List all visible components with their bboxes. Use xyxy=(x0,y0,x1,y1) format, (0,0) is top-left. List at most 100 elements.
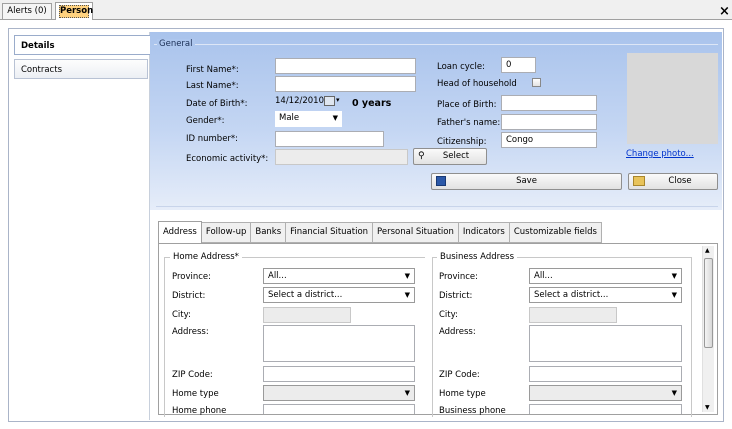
home-city-input xyxy=(263,307,351,323)
vertical-scrollbar[interactable]: ▲ ▼ xyxy=(702,246,714,412)
first-name-input[interactable] xyxy=(275,58,416,74)
gender-select[interactable]: Male ▼ xyxy=(275,111,342,127)
subtab-customizable-fields[interactable]: Customizable fields xyxy=(509,222,602,243)
loan-cycle-input[interactable]: 0 xyxy=(501,57,536,73)
home-province-label: Province: xyxy=(172,272,212,282)
select-button-label: Select xyxy=(442,151,470,161)
last-name-label: Last Name*: xyxy=(186,81,239,91)
home-phone-label: Home phone xyxy=(172,406,227,416)
business-zip-label: ZIP Code: xyxy=(439,370,480,380)
chevron-down-icon: ▼ xyxy=(404,291,410,299)
photo-placeholder xyxy=(627,53,718,144)
business-phone-input[interactable] xyxy=(529,404,682,414)
separator-line xyxy=(156,206,718,207)
floppy-disk-icon xyxy=(436,176,446,186)
side-item-contracts[interactable]: Contracts xyxy=(14,59,148,79)
subtab-address-label: Address xyxy=(163,227,197,237)
home-district-value: Select a district... xyxy=(268,290,343,300)
tab-alerts[interactable]: Alerts (0) xyxy=(2,3,52,19)
business-city-label: City: xyxy=(439,310,458,320)
select-button[interactable]: ⚲ Select xyxy=(413,148,487,165)
subtab-address[interactable]: Address xyxy=(158,221,202,243)
binoculars-icon: ⚲ xyxy=(418,151,425,161)
first-name-label: First Name*: xyxy=(186,65,239,75)
id-number-input[interactable] xyxy=(275,131,384,147)
chevron-down-icon: ▼ xyxy=(404,389,410,397)
fathers-name-input[interactable] xyxy=(501,114,597,130)
subtab-strip: Address Follow-up Banks Financial Situat… xyxy=(158,221,602,243)
gender-label: Gender*: xyxy=(186,116,225,126)
top-tab-strip xyxy=(0,0,732,20)
business-city-input xyxy=(529,307,617,323)
subtab-indicators-label: Indicators xyxy=(462,227,505,237)
subtab-follow-up[interactable]: Follow-up xyxy=(201,222,252,243)
close-button-label: Close xyxy=(668,176,692,186)
subtab-personal-situation-label: Personal Situation xyxy=(377,227,454,237)
head-of-household-label: Head of household xyxy=(437,79,517,89)
scroll-down-icon[interactable]: ▼ xyxy=(705,404,710,411)
dob-label: Date of Birth*: xyxy=(186,99,248,109)
business-address-label: Address: xyxy=(439,327,476,337)
save-button[interactable]: Save xyxy=(431,173,622,190)
home-district-select[interactable]: Select a district... ▼ xyxy=(263,287,415,303)
business-type-select[interactable]: ▼ xyxy=(529,385,682,401)
business-address-textarea[interactable] xyxy=(529,325,682,362)
side-item-details-label: Details xyxy=(21,41,55,51)
chevron-down-icon: ▼ xyxy=(404,272,410,280)
home-zip-input[interactable] xyxy=(263,366,415,382)
scrollbar-thumb[interactable] xyxy=(704,258,713,348)
place-of-birth-label: Place of Birth: xyxy=(437,100,497,110)
subtab-indicators[interactable]: Indicators xyxy=(458,222,510,243)
home-address-legend: Home Address* xyxy=(170,252,242,262)
home-district-label: District: xyxy=(172,291,206,301)
home-province-select[interactable]: All... ▼ xyxy=(263,268,415,284)
business-province-value: All... xyxy=(534,271,553,281)
tab-alerts-label: Alerts (0) xyxy=(7,6,47,16)
home-type-select[interactable]: ▼ xyxy=(263,385,415,401)
age-text: 0 years xyxy=(352,98,392,109)
business-district-label: District: xyxy=(439,291,473,301)
business-province-select[interactable]: All... ▼ xyxy=(529,268,682,284)
dob-picker[interactable]: 14/12/2010 ▾ xyxy=(275,94,343,110)
chevron-down-icon: ▾ xyxy=(336,96,340,104)
home-province-value: All... xyxy=(268,271,287,281)
close-button[interactable]: Close xyxy=(628,173,718,190)
home-zip-label: ZIP Code: xyxy=(172,370,213,380)
business-province-label: Province: xyxy=(439,272,479,282)
calendar-icon[interactable] xyxy=(324,96,335,106)
home-type-label: Home type xyxy=(172,389,219,399)
subtab-financial-situation-label: Financial Situation xyxy=(290,227,369,237)
home-address-textarea[interactable] xyxy=(263,325,415,362)
subtab-banks[interactable]: Banks xyxy=(251,222,287,243)
business-address-legend: Business Address xyxy=(437,252,518,262)
tab-person[interactable]: Person xyxy=(55,2,93,20)
chevron-down-icon: ▼ xyxy=(671,291,677,299)
home-address-label: Address: xyxy=(172,327,209,337)
place-of-birth-input[interactable] xyxy=(501,95,597,111)
close-tab-icon[interactable]: × xyxy=(719,4,730,19)
citizenship-label: Citizenship: xyxy=(437,137,487,147)
gender-value: Male xyxy=(279,113,300,123)
business-district-select[interactable]: Select a district... ▼ xyxy=(529,287,682,303)
general-legend: General xyxy=(157,39,195,49)
side-item-contracts-label: Contracts xyxy=(21,65,62,75)
head-of-household-checkbox[interactable] xyxy=(532,78,541,87)
id-number-label: ID number*: xyxy=(186,134,239,144)
business-zip-input[interactable] xyxy=(529,366,682,382)
subtab-financial-situation[interactable]: Financial Situation xyxy=(286,222,374,243)
economic-activity-input xyxy=(275,149,408,165)
subtab-follow-up-label: Follow-up xyxy=(205,227,247,237)
scroll-up-icon[interactable]: ▲ xyxy=(705,247,710,254)
subtab-personal-situation[interactable]: Personal Situation xyxy=(373,222,459,243)
chevron-down-icon: ▼ xyxy=(671,389,677,397)
home-phone-input[interactable] xyxy=(263,404,415,414)
economic-activity-label: Economic activity*: xyxy=(186,154,269,164)
save-button-label: Save xyxy=(516,176,537,186)
last-name-input[interactable] xyxy=(275,76,416,92)
citizenship-input[interactable]: Congo xyxy=(501,132,597,148)
change-photo-link[interactable]: Change photo... xyxy=(626,149,694,159)
subtab-banks-label: Banks xyxy=(255,227,282,237)
folder-icon xyxy=(633,176,645,186)
side-item-details[interactable]: Details xyxy=(14,35,150,55)
home-city-label: City: xyxy=(172,310,191,320)
